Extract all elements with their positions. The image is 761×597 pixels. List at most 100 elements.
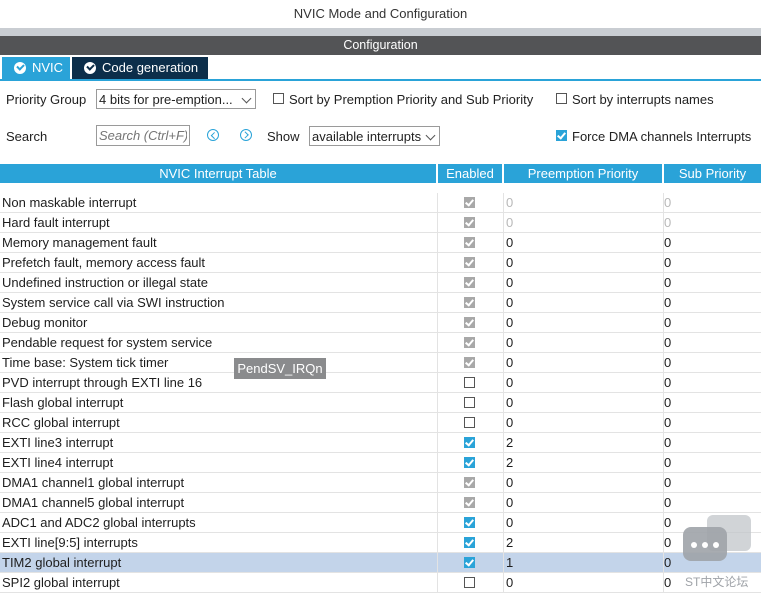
table-row[interactable]: Pendable request for system service 0 0 (0, 333, 761, 353)
table-row[interactable]: SPI2 global interrupt 0 0 (0, 573, 761, 593)
interrupt-name: EXTI line4 interrupt (2, 455, 114, 470)
sub-priority-cell[interactable]: 0 (664, 473, 671, 492)
sort-premption-checkbox[interactable] (273, 93, 284, 104)
enabled-checkbox[interactable] (464, 397, 475, 408)
priority-group-value: 4 bits for pre-emption... (99, 92, 233, 107)
preemption-priority-cell[interactable]: 0 (506, 573, 513, 592)
table-row[interactable]: PVD interrupt through EXTI line 16 0 0 (0, 373, 761, 393)
sub-priority-cell[interactable]: 0 (664, 493, 671, 512)
sub-priority-cell[interactable]: 0 (664, 553, 671, 572)
sub-priority-cell[interactable]: 0 (664, 273, 671, 292)
enabled-checkbox[interactable] (464, 537, 475, 548)
preemption-priority-cell[interactable]: 0 (506, 293, 513, 312)
preemption-priority-cell[interactable]: 0 (506, 213, 513, 232)
enabled-checkbox[interactable] (464, 417, 475, 428)
force-dma-checkbox[interactable] (556, 130, 567, 141)
sub-priority-cell[interactable]: 0 (664, 333, 671, 352)
table-row[interactable]: Memory management fault 0 0 (0, 233, 761, 253)
column-divider (503, 453, 504, 473)
sub-priority-cell[interactable]: 0 (664, 313, 671, 332)
column-divider (503, 433, 504, 453)
force-dma-label: Force DMA channels Interrupts (572, 129, 752, 144)
sub-priority-cell[interactable]: 0 (664, 573, 671, 592)
table-row[interactable]: Prefetch fault, memory access fault 0 0 (0, 253, 761, 273)
preemption-priority-cell[interactable]: 2 (506, 533, 513, 552)
table-row[interactable]: RCC global interrupt 0 0 (0, 413, 761, 433)
table-row[interactable]: Undefined instruction or illegal state 0 0 (0, 273, 761, 293)
chevron-down-icon (425, 130, 436, 141)
sort-premption-label: Sort by Premption Priority and Sub Prior… (289, 92, 534, 107)
table-row[interactable]: TIM2 global interrupt 1 0 (0, 553, 761, 573)
sub-priority-cell[interactable]: 0 (664, 453, 671, 472)
table-row[interactable]: System service call via SWI instruction 0… (0, 293, 761, 313)
sort-names-label: Sort by interrupts names (572, 92, 714, 107)
sub-priority-cell[interactable]: 0 (664, 353, 671, 372)
preemption-priority-cell[interactable]: 0 (506, 273, 513, 292)
table-row[interactable]: EXTI line3 interrupt 2 0 (0, 433, 761, 453)
search-next-icon[interactable] (240, 129, 252, 141)
show-filter-dropdown[interactable]: available interrupts (309, 126, 440, 146)
preemption-priority-cell[interactable]: 0 (506, 193, 513, 212)
enabled-checkbox[interactable] (464, 557, 475, 568)
preemption-priority-cell[interactable]: 0 (506, 393, 513, 412)
preemption-priority-cell[interactable]: 0 (506, 473, 513, 492)
table-row[interactable]: Debug monitor 0 0 (0, 313, 761, 333)
enabled-checkbox (464, 357, 475, 368)
enabled-checkbox[interactable] (464, 517, 475, 528)
enabled-checkbox[interactable] (464, 377, 475, 388)
preemption-priority-cell[interactable]: 0 (506, 233, 513, 252)
interrupt-name: SPI2 global interrupt (2, 575, 120, 590)
search-previous-icon[interactable] (207, 129, 219, 141)
sub-priority-cell[interactable]: 0 (664, 513, 671, 532)
interrupt-name: Debug monitor (2, 315, 88, 330)
sub-priority-cell[interactable]: 0 (664, 413, 671, 432)
enabled-checkbox[interactable] (464, 577, 475, 588)
table-row[interactable]: DMA1 channel1 global interrupt 0 0 (0, 473, 761, 493)
sub-priority-cell[interactable]: 0 (664, 373, 671, 392)
preemption-priority-cell[interactable]: 0 (506, 373, 513, 392)
preemption-priority-cell[interactable]: 0 (506, 313, 513, 332)
configuration-header: Configuration (0, 36, 761, 55)
column-divider (437, 333, 438, 353)
tab-nvic[interactable]: NVIC (2, 57, 70, 79)
table-row[interactable]: Time base: System tick timer 0 0 (0, 353, 761, 373)
preemption-priority-cell[interactable]: 1 (506, 553, 513, 572)
preemption-priority-cell[interactable]: 0 (506, 253, 513, 272)
column-divider (503, 253, 504, 273)
preemption-priority-cell[interactable]: 0 (506, 513, 513, 532)
preemption-priority-cell[interactable]: 0 (506, 353, 513, 372)
table-row[interactable]: EXTI line[9:5] interrupts 2 0 (0, 533, 761, 553)
table-row[interactable]: Hard fault interrupt 0 0 (0, 213, 761, 233)
priority-group-dropdown[interactable]: 4 bits for pre-emption... (96, 89, 256, 109)
table-row[interactable]: Flash global interrupt 0 0 (0, 393, 761, 413)
enabled-checkbox[interactable] (464, 437, 475, 448)
preemption-priority-cell[interactable]: 0 (506, 413, 513, 432)
preemption-priority-cell[interactable]: 0 (506, 493, 513, 512)
column-header-sub-priority[interactable]: Sub Priority (664, 164, 761, 183)
column-divider (437, 213, 438, 233)
sub-priority-cell[interactable]: 0 (664, 253, 671, 272)
sort-names-checkbox[interactable] (556, 93, 567, 104)
tab-code-generation[interactable]: Code generation (72, 57, 208, 79)
sub-priority-cell[interactable]: 0 (664, 193, 671, 212)
sub-priority-cell[interactable]: 0 (664, 433, 671, 452)
preemption-priority-cell[interactable]: 2 (506, 453, 513, 472)
table-row[interactable]: ADC1 and ADC2 global interrupts 0 0 (0, 513, 761, 533)
preemption-priority-cell[interactable]: 2 (506, 433, 513, 452)
table-row[interactable]: DMA1 channel5 global interrupt 0 0 (0, 493, 761, 513)
column-divider (437, 533, 438, 553)
table-row[interactable]: Non maskable interrupt 0 0 (0, 193, 761, 213)
enabled-checkbox[interactable] (464, 457, 475, 468)
column-header-preemption[interactable]: Preemption Priority (504, 164, 662, 183)
sub-priority-cell[interactable]: 0 (664, 393, 671, 412)
sub-priority-cell[interactable]: 0 (664, 213, 671, 232)
sub-priority-cell[interactable]: 0 (664, 233, 671, 252)
search-input[interactable] (96, 125, 190, 146)
preemption-priority-cell[interactable]: 0 (506, 333, 513, 352)
sub-priority-cell[interactable]: 0 (664, 533, 671, 552)
interrupt-name: Time base: System tick timer (2, 355, 169, 370)
sub-priority-cell[interactable]: 0 (664, 293, 671, 312)
column-header-interrupt[interactable]: NVIC Interrupt Table (0, 164, 436, 183)
column-header-enabled[interactable]: Enabled (438, 164, 502, 183)
table-row[interactable]: EXTI line4 interrupt 2 0 (0, 453, 761, 473)
